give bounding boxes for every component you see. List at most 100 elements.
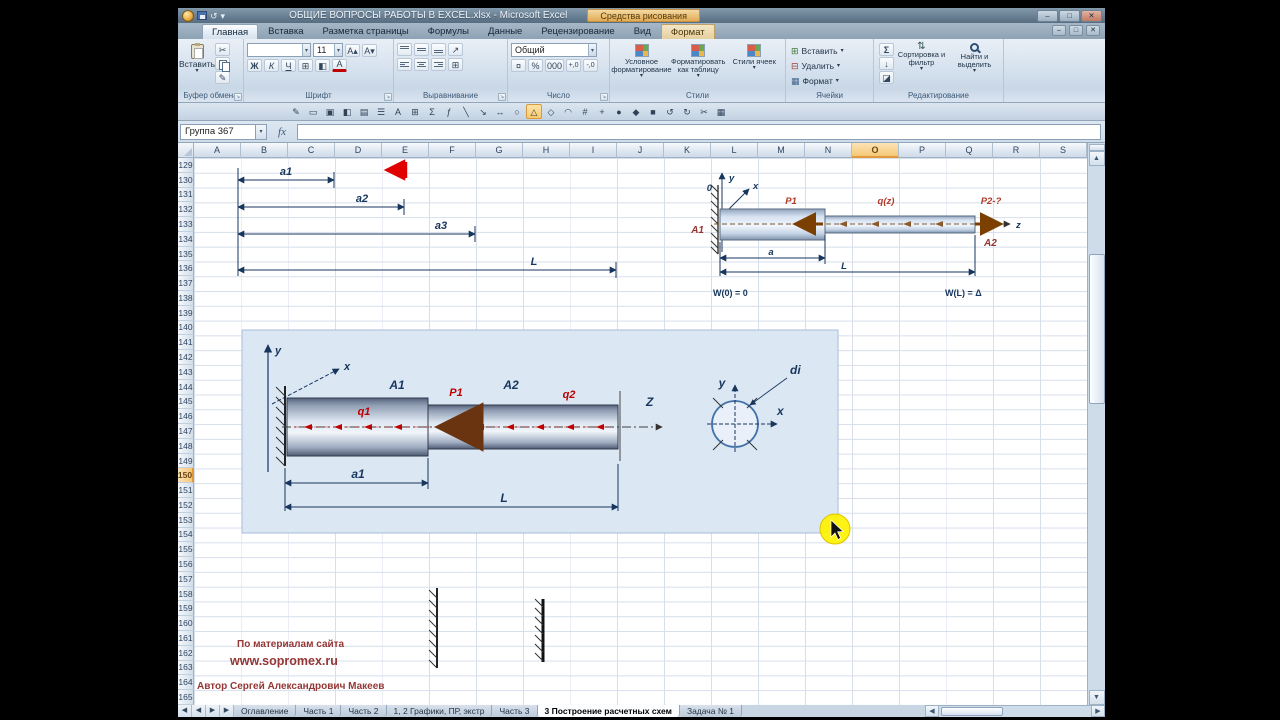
context-tab-header[interactable]: Средства рисования [587,9,700,22]
draw-tool-icon-12[interactable]: ↘ [475,104,491,119]
align-top-icon[interactable] [397,43,412,56]
draw-tool-icon-18[interactable]: # [577,104,593,119]
paste-button[interactable]: Вставить ▾ [179,41,215,91]
number-format-dropdown-icon[interactable]: ▾ [587,44,596,56]
font-size-select[interactable]: 11 ▾ [313,43,343,57]
row-header-163[interactable]: 163 [178,660,194,676]
horizontal-scrollbar[interactable]: ◀ ▶ [925,705,1105,717]
row-header-147[interactable]: 147 [178,424,194,439]
sheet-tab-2[interactable]: Часть 1 [296,705,342,717]
row-header-141[interactable]: 141 [178,335,194,351]
draw-tool-icon-4[interactable]: ◧ [339,104,355,119]
draw-tool-icon-1[interactable]: ✎ [288,104,304,119]
workbook-restore-button[interactable]: □ [1069,25,1083,36]
column-header-K[interactable]: K [664,143,711,158]
vertical-scrollbar[interactable]: ▲ ▼ [1087,143,1105,705]
row-header-158[interactable]: 158 [178,586,194,602]
column-header-P[interactable]: P [899,143,946,158]
fill-icon[interactable]: ↓ [879,57,894,70]
formula-input[interactable] [297,123,1101,140]
scroll-down-icon[interactable]: ▼ [1088,690,1105,705]
draw-tool-icon-6[interactable]: ☰ [373,104,389,119]
row-header-154[interactable]: 154 [178,527,194,543]
draw-tool-icon-9[interactable]: Σ [424,104,440,119]
draw-tool-icon-26[interactable]: ▦ [713,104,729,119]
column-header-F[interactable]: F [429,143,476,158]
font-name-dropdown-icon[interactable]: ▾ [301,44,310,56]
currency-format-icon[interactable]: ¤ [511,59,526,72]
select-all-corner[interactable] [178,143,194,158]
vertical-scroll-track[interactable] [1088,166,1105,690]
column-header-E[interactable]: E [382,143,429,158]
autosum-icon[interactable]: Σ [879,43,894,56]
ribbon-tab-3[interactable]: Разметка страницы [313,24,417,39]
name-box-dropdown-icon[interactable]: ▾ [256,123,267,140]
alignment-dialog-launcher-icon[interactable]: ↘ [498,93,506,101]
row-header-165[interactable]: 165 [178,690,194,705]
row-header-137[interactable]: 137 [178,276,194,292]
draw-tool-icon-22[interactable]: ■ [645,104,661,119]
borders-icon[interactable]: ⊞ [298,59,313,72]
prev-sheet-icon[interactable]: ◀ [192,705,206,717]
scroll-up-icon[interactable]: ▲ [1088,151,1105,166]
undo-icon[interactable]: ↺ [210,10,218,22]
format-cells-button[interactable]: ▦ Формат ▾ [789,74,870,88]
row-header-139[interactable]: 139 [178,305,194,321]
row-header-164[interactable]: 164 [178,675,194,691]
column-header-J[interactable]: J [617,143,664,158]
row-header-146[interactable]: 146 [178,409,194,425]
ribbon-tab-5[interactable]: Данные [479,24,531,39]
increase-decimal-icon[interactable]: +,0 [566,59,582,72]
align-middle-icon[interactable] [414,43,429,56]
horizontal-scroll-thumb[interactable] [941,707,1003,716]
ribbon-tab-8[interactable]: Формат [660,24,715,39]
row-header-129[interactable]: 129 [178,158,194,173]
draw-tool-icon-25[interactable]: ✂ [696,104,712,119]
draw-tool-icon-5[interactable]: ▤ [356,104,372,119]
sheet-tab-3[interactable]: Часть 2 [341,705,387,717]
ribbon-tab-7[interactable]: Вид [625,24,660,39]
thousands-format-icon[interactable]: 000 [545,59,565,72]
merge-center-icon[interactable]: ⊞ [448,58,463,71]
footer-site-link[interactable]: www.sopromex.ru [229,654,338,668]
row-header-161[interactable]: 161 [178,631,194,646]
row-header-135[interactable]: 135 [178,246,194,262]
horizontal-scroll-track[interactable] [939,705,1091,717]
row-header-140[interactable]: 140 [178,320,194,336]
sheet-tab-1[interactable]: Оглавление [234,705,297,717]
row-header-144[interactable]: 144 [178,379,194,395]
delete-cells-button[interactable]: ⊟ Удалить ▾ [789,59,870,73]
maximize-button[interactable]: □ [1059,9,1080,22]
ribbon-tab-6[interactable]: Рецензирование [532,24,623,39]
column-header-Q[interactable]: Q [946,143,993,158]
row-header-130[interactable]: 130 [178,172,194,188]
name-box[interactable]: Группа 367 [180,123,256,140]
row-header-151[interactable]: 151 [178,483,194,498]
column-header-O[interactable]: O [852,143,899,158]
row-header-145[interactable]: 145 [178,394,194,410]
insert-cells-button[interactable]: ⊞ Вставить ▾ [789,44,870,58]
draw-tool-icon-11[interactable]: ╲ [458,104,474,119]
first-sheet-icon[interactable]: ◀ [178,705,192,717]
draw-tool-icon-17[interactable]: ◠ [560,104,576,119]
row-header-138[interactable]: 138 [178,291,194,306]
find-select-button[interactable]: Найти и выделить ▾ [949,41,1000,91]
scroll-left-icon[interactable]: ◀ [925,705,939,717]
number-format-select[interactable]: Общий ▾ [511,43,597,57]
column-header-R[interactable]: R [993,143,1040,158]
office-button-icon[interactable] [182,9,194,22]
workbook-minimize-button[interactable]: ‒ [1052,25,1066,36]
draw-tool-icon-2[interactable]: ▭ [305,104,321,119]
column-header-C[interactable]: C [288,143,335,158]
scrollbar-split-handle[interactable] [1088,144,1105,151]
draw-tool-icon-7[interactable]: А [390,104,406,119]
draw-tool-icon-19[interactable]: + [594,104,610,119]
number-dialog-launcher-icon[interactable]: ↘ [600,93,608,101]
ribbon-tab-2[interactable]: Вставка [259,24,312,39]
copy-icon[interactable] [215,57,230,72]
align-bottom-icon[interactable] [431,43,446,56]
row-header-160[interactable]: 160 [178,616,194,631]
draw-tool-icon-15[interactable]: △ [526,104,542,119]
minimize-button[interactable]: ‒ [1037,9,1058,22]
row-header-148[interactable]: 148 [178,438,194,454]
